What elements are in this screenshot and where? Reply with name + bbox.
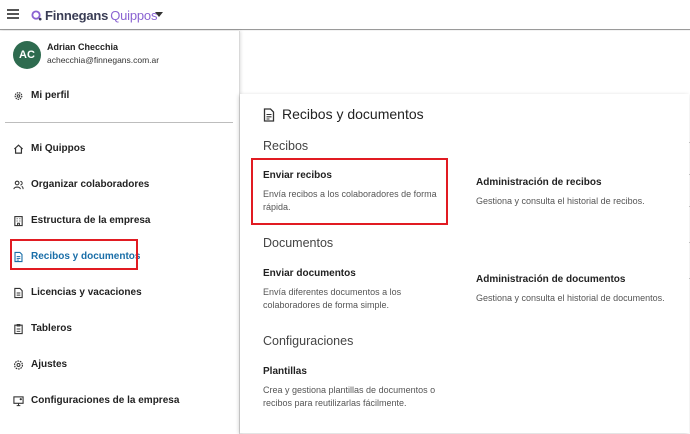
card-administracion-recibos[interactable]: Administración de recibos Gestiona y con…: [476, 177, 681, 208]
sidebar-item-label: Organizar colaboradores: [31, 179, 150, 190]
logo-text-secondary: Quippos: [110, 7, 158, 23]
sidebar-item-label: Tableros: [31, 323, 72, 334]
card-enviar-documentos[interactable]: Enviar documentos Envía diferentes docum…: [263, 268, 438, 312]
sidebar-item-label: Mi perfil: [31, 90, 70, 101]
gear-icon: [14, 92, 23, 100]
app-switcher-caret-icon[interactable]: [155, 12, 163, 17]
sidebar-item-ajustes[interactable]: Ajustes: [0, 354, 238, 376]
hamburger-menu-icon[interactable]: [7, 9, 19, 19]
user-email: achecchia@finnegans.com.ar: [47, 55, 160, 65]
sidebar-item-label: Ajustes: [31, 359, 68, 370]
sidebar-item-estructura-empresa[interactable]: Estructura de la empresa: [0, 210, 238, 232]
sidebar-item-label: Mi Quippos: [31, 143, 86, 154]
calendar-icon: [14, 287, 23, 299]
card-description: Gestiona y consulta el historial de reci…: [476, 196, 645, 206]
clipboard-icon: [14, 323, 23, 335]
section-title-configuraciones: Configuraciones: [263, 334, 354, 348]
building-icon: [14, 216, 23, 227]
card-administracion-documentos[interactable]: Administración de documentos Gestiona y …: [476, 274, 684, 305]
card-title: Administración de documentos: [476, 274, 626, 285]
logo-mark-icon: [31, 9, 42, 21]
users-icon: [13, 180, 24, 190]
sidebar-item-label: Estructura de la empresa: [31, 215, 151, 226]
panel-title: Recibos y documentos: [282, 106, 424, 122]
recibos-documentos-panel: Recibos y documentos Recibos Enviar reci…: [240, 94, 689, 433]
highlight-box-sidebar: [10, 239, 138, 270]
card-plantillas[interactable]: Plantillas Crea y gestiona plantillas de…: [263, 366, 448, 410]
sidebar-item-organizar-colaboradores[interactable]: Organizar colaboradores: [0, 174, 238, 196]
sidebar: AC Adrian Checchia achecchia@finnegans.c…: [0, 31, 240, 434]
avatar[interactable]: AC: [13, 41, 41, 69]
card-title: Plantillas: [263, 366, 307, 377]
app-logo[interactable]: Finnegans Quippos: [31, 7, 157, 23]
logo-text-primary: Finnegans: [45, 7, 109, 23]
sidebar-item-mi-perfil[interactable]: Mi perfil: [0, 85, 238, 107]
card-description: Gestiona y consulta el historial de docu…: [476, 293, 665, 303]
card-title: Administración de recibos: [476, 177, 602, 188]
card-description: Crea y gestiona plantillas de documentos…: [263, 385, 436, 408]
card-title: Enviar documentos: [263, 268, 356, 279]
user-name: Adrian Checchia: [47, 42, 119, 52]
sidebar-item-label: Configuraciones de la empresa: [31, 395, 180, 406]
sidebar-divider: [5, 122, 233, 123]
card-description: Envía diferentes documentos a los colabo…: [263, 287, 402, 310]
monitor-settings-icon: [13, 396, 24, 407]
sidebar-item-label: Licencias y vacaciones: [31, 287, 142, 298]
home-icon: [13, 144, 24, 154]
sidebar-item-licencias-vacaciones[interactable]: Licencias y vacaciones: [0, 282, 238, 304]
section-title-recibos: Recibos: [263, 139, 309, 153]
sidebar-item-mi-quippos[interactable]: Mi Quippos: [0, 138, 238, 160]
document-icon: [263, 108, 275, 122]
settings-icon: [13, 360, 24, 370]
top-bar: Finnegans Quippos: [0, 0, 690, 30]
sidebar-item-tableros[interactable]: Tableros: [0, 318, 238, 340]
sidebar-item-configuraciones-empresa[interactable]: Configuraciones de la empresa: [0, 390, 238, 412]
section-title-documentos: Documentos: [263, 236, 334, 250]
highlight-box-enviar-recibos: [251, 158, 448, 225]
